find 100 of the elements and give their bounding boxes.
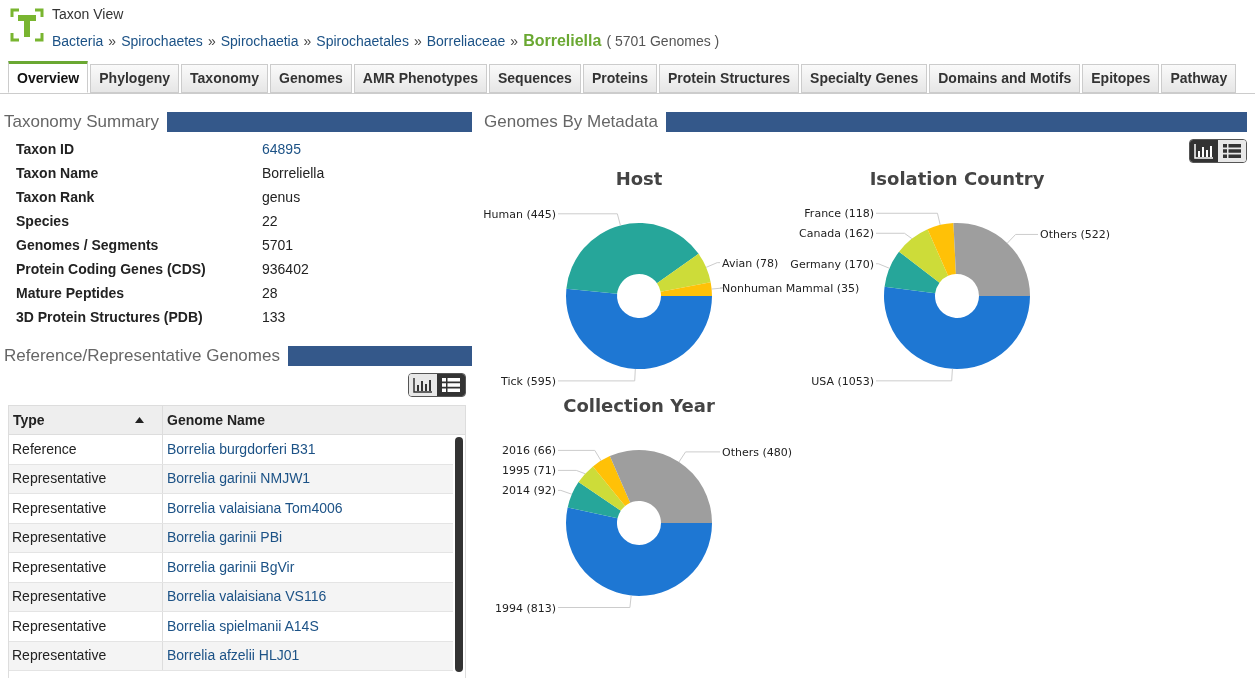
table-cell-text: Representative [11,469,108,489]
donut-slice[interactable] [578,466,626,511]
field-value: 22 [262,212,279,231]
list-icon [1222,143,1242,159]
tab[interactable]: Overview [8,61,89,93]
slice-label: 2016 (66) [501,444,556,458]
donut-slice[interactable] [567,482,621,519]
genome-link[interactable]: Borrelia valaisiana Tom4006 [162,494,453,523]
leader-line [678,451,721,463]
field-value: 133 [262,308,287,327]
column-header[interactable]: Genome Name [162,406,465,434]
field-value: genus [262,188,302,207]
donut-slice[interactable] [566,223,699,294]
tab[interactable]: Protein Structures [658,64,800,93]
tab[interactable]: Proteins [582,64,657,93]
tab[interactable]: Genomes [270,64,352,93]
donut-slice[interactable] [927,223,956,276]
donut-slice[interactable] [899,229,949,283]
breadcrumb-separator: » [303,32,312,51]
slice-label: Others (480) [722,445,793,459]
chart-view-button[interactable] [409,374,437,396]
table-cell-text: Representative [11,528,108,548]
slice-label: Germany (170) [790,257,874,271]
slice-label: 1994 (813) [494,601,556,615]
breadcrumb-link[interactable]: Bacteria [52,31,104,52]
genome-link[interactable]: Borrelia valaisiana VS116 [162,582,453,611]
column-header[interactable]: Type [9,406,162,434]
genome-count: ( 5701 Genomes ) [606,32,720,51]
tab[interactable]: Domains and Motifs [929,64,1081,93]
genome-link[interactable]: Borrelia burgdorferi B31 [162,435,453,464]
field-value: 936402 [262,260,310,279]
tab[interactable]: Specialty Genes [801,64,928,93]
donut-slice[interactable] [884,286,1030,369]
donut-slice[interactable] [592,456,631,506]
table-cell-text: Representative [11,616,108,636]
leader-line [875,212,941,226]
donut-slice[interactable] [656,253,711,292]
breadcrumb-link[interactable]: Spirochaetes [121,31,203,52]
leader-line [711,287,725,290]
field-label: Protein Coding Genes (CDS) [16,260,207,279]
tab[interactable]: AMR Phenotypes [353,64,487,93]
chart-title: Isolation Country [869,167,1045,191]
chart-view-button[interactable] [1190,140,1218,162]
bar-chart-icon [1194,143,1214,159]
breadcrumb-separator: » [207,32,216,51]
genome-link[interactable]: Borrelia garinii BgVir [162,553,453,582]
breadcrumb-separator: » [510,32,519,51]
tab[interactable]: Taxonomy [181,64,269,93]
list-view-button[interactable] [437,374,465,396]
slice-label: Human (445) [483,207,556,221]
donut-slice[interactable] [884,251,940,294]
donut-slice[interactable] [566,507,712,596]
donut-slice[interactable] [566,288,712,369]
table-cell-text: Representative [11,587,108,607]
slice-label: USA (1053) [811,374,874,388]
donut-slice[interactable] [953,223,1030,296]
field-label: Species [16,212,70,231]
leader-line [875,232,913,240]
table-cell-text: Representative [11,557,108,577]
field-value-link[interactable]: 64895 [262,137,472,161]
page-title: Taxon View [52,5,125,24]
table-cell-text: Representative [11,498,108,518]
table-cell-text: Reference [11,439,78,459]
slice-label: Others (522) [1040,228,1111,242]
breadcrumb-link[interactable]: Spirochaetia [220,31,299,52]
donut-slice[interactable] [609,450,712,523]
slice-label: Avian (78) [722,256,779,270]
section-title: Genomes By Metadata [484,111,658,134]
field-value: 28 [262,284,279,303]
scrollbar-thumb[interactable] [455,437,463,672]
genome-link[interactable]: Borrelia garinii NMJW1 [162,464,453,493]
taxon-logo-icon [10,8,44,42]
tab[interactable]: Phylogeny [90,64,180,93]
breadcrumb-link[interactable]: Spirochaetales [316,31,409,52]
slice-label: Tick (595) [501,374,556,388]
leader-line [705,262,721,268]
breadcrumb-link[interactable]: Borreliaceae [426,31,506,52]
list-icon [441,377,461,393]
bar-chart-icon [413,377,433,393]
genome-link[interactable]: Borrelia garinii PBi [162,523,453,552]
tab[interactable]: Sequences [489,64,581,93]
tab[interactable]: Pathway [1161,64,1237,93]
leader-line [557,213,621,226]
leader-line [557,489,573,495]
chart-title: Host [615,167,663,191]
field-label: Taxon Rank [16,188,96,207]
genome-link[interactable]: Borrelia spielmanii A14S [162,612,453,641]
genome-link[interactable]: Borrelia afzelii HLJ01 [162,641,453,670]
section-title: Taxonomy Summary [4,111,159,134]
list-view-button[interactable] [1218,140,1246,162]
leader-line [1006,233,1039,244]
slice-label: 1995 (71) [501,464,556,478]
current-taxon: Borreliella [523,31,602,51]
section-title: Reference/Representative Genomes [4,345,280,368]
tab[interactable]: Epitopes [1082,64,1160,93]
slice-label: Canada (162) [799,227,874,241]
slice-label: France (118) [804,207,874,221]
field-label: Genomes / Segments [16,236,160,255]
leader-line [557,449,602,462]
field-label: 3D Protein Structures (PDB) [16,308,204,327]
